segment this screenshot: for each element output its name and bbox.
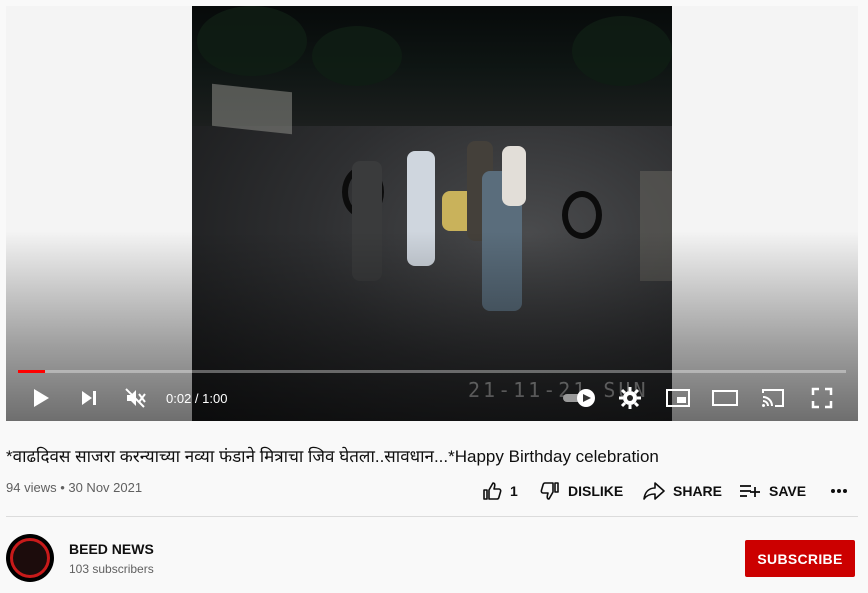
section-divider [6,516,858,517]
next-icon [82,391,96,405]
theater-icon [712,390,738,406]
cast-button[interactable] [760,386,786,410]
play-icon [34,389,49,407]
dislike-button[interactable]: DISLIKE [540,478,623,504]
video-meta: 94 views • 30 Nov 2021 [6,480,142,495]
fullscreen-button[interactable] [809,386,835,410]
save-button[interactable]: SAVE [739,478,806,504]
subscriber-count: 103 subscribers [69,562,154,576]
curb-shape [640,171,672,281]
miniplayer-icon [666,389,690,407]
dislike-label: DISLIKE [568,483,624,499]
video-title: *वाढदिवस साजरा करन्याच्या नव्या फंडाने म… [6,447,659,466]
miniplayer-button[interactable] [665,386,691,410]
play-button[interactable] [28,386,54,410]
tree-shape [197,6,307,76]
progress-played [18,370,46,373]
muted-volume-icon [125,388,146,408]
more-actions-button[interactable] [830,478,848,504]
thumbs-up-icon [483,482,502,500]
person-shape [352,161,382,281]
time-display: 0:02 / 1:00 [166,391,227,406]
time-separator: / [191,391,203,406]
person-shape [502,146,526,206]
channel-name[interactable]: BEED NEWS [69,541,154,557]
player-controls: 0:02 / 1:00 [6,378,858,418]
progress-bar[interactable] [18,370,846,373]
share-icon [643,482,665,500]
tree-shape [312,26,402,86]
next-button[interactable] [76,386,102,410]
fullscreen-icon [811,387,833,409]
person-shape [407,151,435,266]
settings-button[interactable] [617,386,643,410]
save-label: SAVE [769,483,807,499]
add-to-playlist-icon [740,485,760,497]
motorbike-shape [562,191,602,239]
autoplay-toggle[interactable] [562,386,598,410]
more-horizontal-icon [831,489,847,493]
subscribe-button[interactable]: SUBSCRIBE [745,540,855,577]
like-button[interactable]: 1 [482,478,518,504]
share-label: SHARE [673,483,723,499]
time-total: 1:00 [202,391,228,406]
meta-bullet: • [56,480,69,495]
settings-icon [619,387,641,409]
thumbs-down-icon [540,482,559,500]
wall-shape [212,83,292,135]
cast-icon [762,389,784,407]
share-button[interactable]: SHARE [643,478,722,504]
theater-mode-button[interactable] [712,386,738,410]
view-count: 94 views [6,480,57,495]
tree-shape [572,16,672,86]
channel-logo [10,538,50,578]
video-frame[interactable]: 21-11-21 SUN [192,6,672,421]
upload-date: 30 Nov 2021 [68,480,143,495]
mute-button[interactable] [123,386,149,410]
video-player[interactable]: 21-11-21 SUN 0:02 / 1:00 [6,6,858,421]
like-count: 1 [510,483,518,499]
time-current: 0:02 [166,391,192,406]
autoplay-icon [563,389,595,407]
channel-avatar[interactable] [6,534,54,582]
